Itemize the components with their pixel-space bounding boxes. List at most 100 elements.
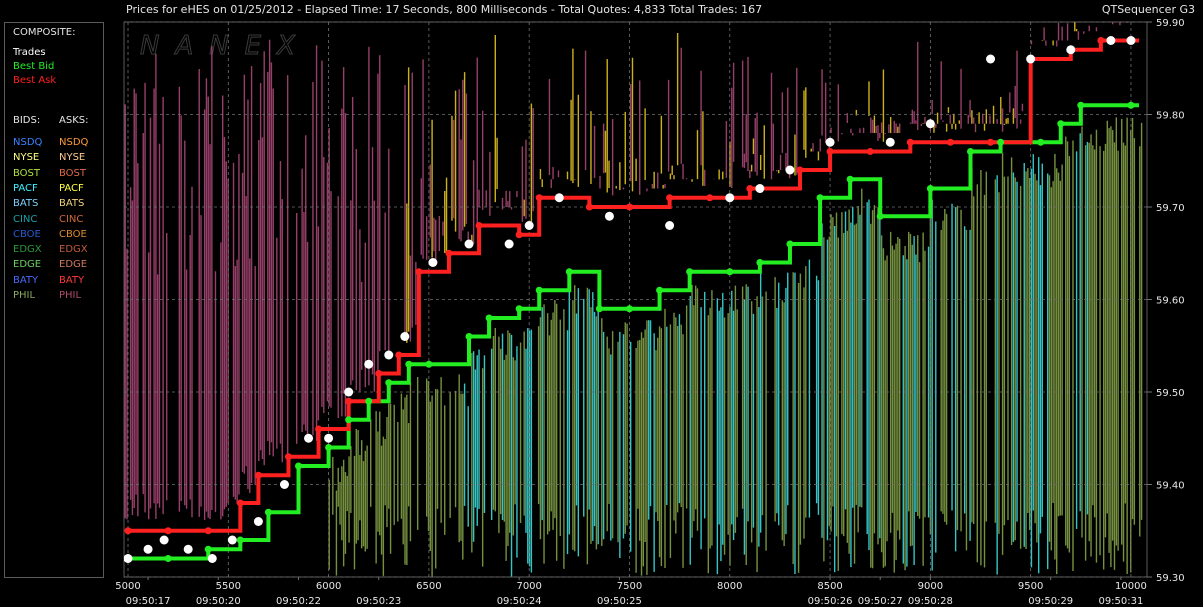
legend-ask-edgx: EDGX: [59, 244, 88, 256]
legend-bid-cinc: CINC: [13, 213, 38, 225]
legend-ask-baty: BATY: [59, 274, 85, 286]
legend-bid-phil: PHIL: [13, 290, 36, 301]
best-bid-point: [656, 286, 664, 294]
trade-point: [925, 119, 935, 129]
best-bid-point: [926, 185, 934, 192]
best-ask-point: [515, 231, 523, 239]
legend-ask-bost: BOST: [59, 167, 87, 179]
y-tick-label: 59.60: [1156, 296, 1185, 307]
trade-point: [207, 554, 217, 563]
legend-ask-bats: BATS: [59, 198, 85, 210]
trade-point: [253, 517, 263, 526]
x-tick-label: 8500: [817, 581, 842, 592]
legend-bid-baty: BATY: [13, 274, 39, 286]
time-label: 09:50:17: [126, 596, 171, 607]
x-tick-label: 9000: [918, 581, 943, 592]
plot-area: NANEX: [123, 21, 1148, 578]
best-ask-point: [906, 138, 914, 146]
legend-asks-label: ASKS:: [59, 115, 89, 126]
legend-panel: COMPOSITE: Trades Best Bid Best Ask BIDS…: [4, 22, 104, 578]
y-tick-label: 59.50: [1156, 388, 1185, 399]
best-bid-point: [876, 212, 884, 220]
trade-point: [464, 239, 474, 249]
best-bid-point: [485, 314, 493, 322]
x-tick-label: 9500: [1018, 581, 1043, 592]
y-tick-label: 59.90: [1156, 18, 1185, 29]
trade-point: [143, 544, 153, 554]
best-bid-point: [535, 286, 543, 294]
trade-point: [304, 433, 314, 443]
best-bid-point: [625, 305, 633, 313]
time-label: 09:50:22: [276, 596, 321, 607]
legend-composite-label: COMPOSITE:: [13, 27, 76, 38]
time-label: 09:50:31: [1098, 596, 1143, 607]
legend-bid-cboe: CBOE: [13, 228, 41, 240]
best-bid-point: [966, 148, 974, 155]
trade-point: [324, 433, 334, 443]
time-label: 09:50:20: [196, 596, 241, 607]
legend-ask-cinc: CINC: [59, 213, 84, 225]
best-ask-point: [826, 148, 834, 155]
legend-bid-pacf: PACF: [13, 182, 38, 194]
trade-point: [604, 211, 614, 221]
best-bid-point: [325, 444, 333, 451]
time-label: 09:50:26: [808, 596, 853, 607]
best-ask-point: [796, 166, 804, 174]
legend-bid-nyse: NYSE: [13, 152, 40, 164]
trade-point: [554, 193, 564, 203]
trade-point: [1026, 54, 1036, 64]
price-chart: NANEX 59.30 59.40 59.50 59.60 59.70 59.80 59.9…: [115, 18, 1185, 607]
trade-point: [183, 544, 193, 554]
best-bid-point: [365, 397, 373, 405]
trade-point: [755, 184, 765, 193]
best-ask-point: [164, 527, 172, 535]
best-bid-point: [345, 416, 353, 424]
time-label: 09:50:28: [908, 596, 953, 607]
best-ask-point: [284, 453, 292, 461]
best-ask-point: [475, 222, 483, 229]
best-bid-point: [565, 268, 573, 276]
trade-point: [986, 54, 996, 64]
best-ask-point: [375, 370, 383, 377]
best-bid-point: [1127, 101, 1135, 109]
x-tick-label: 6500: [416, 581, 441, 592]
legend-best-ask: Best Ask: [13, 75, 57, 86]
trade-point: [885, 137, 895, 147]
best-bid-point: [846, 175, 854, 183]
best-bid-point: [816, 194, 824, 202]
time-label: 09:50:29: [1028, 596, 1073, 607]
trade-point: [504, 239, 514, 249]
best-ask-point: [866, 148, 874, 155]
best-ask-point: [666, 194, 674, 202]
y-tick-label: 59.70: [1156, 203, 1185, 214]
time-label: 09:50:23: [356, 596, 401, 607]
trade-point: [725, 193, 735, 203]
legend-trades: Trades: [13, 47, 46, 58]
best-bid-point: [425, 360, 433, 368]
best-bid-point: [756, 259, 764, 266]
chart-title: Prices for eHES on 01/25/2012 - Elapsed …: [126, 3, 763, 16]
best-bid-point: [786, 240, 794, 248]
legend-bid-edge: EDGE: [13, 259, 42, 271]
time-label: 09:50:27: [858, 596, 903, 607]
trade-point: [124, 554, 133, 563]
trade-point: [159, 535, 169, 545]
best-bid-point: [236, 536, 244, 544]
legend-ask-cboe: CBOE: [59, 228, 87, 240]
time-label: 09:50:25: [597, 596, 642, 607]
legend-ask-nsdq: NSDQ: [59, 137, 89, 148]
y-axis: 59.30 59.40 59.50 59.60 59.70 59.80 59.90: [1147, 18, 1185, 584]
x-tick-label: 8000: [717, 581, 742, 592]
best-ask-point: [124, 527, 132, 535]
watermark: NANEX: [140, 31, 311, 61]
y-tick-label: 59.30: [1156, 573, 1185, 584]
trade-point: [1106, 36, 1116, 45]
best-ask-point: [987, 138, 995, 146]
best-bid-point: [385, 379, 393, 387]
trade-point: [825, 137, 835, 147]
brand-label: QTSequencer G3: [1101, 3, 1195, 16]
best-ask-point: [585, 203, 593, 211]
y-tick-label: 59.80: [1156, 111, 1185, 122]
best-ask-point: [204, 527, 212, 535]
legend-best-bid: Best Bid: [13, 61, 55, 72]
